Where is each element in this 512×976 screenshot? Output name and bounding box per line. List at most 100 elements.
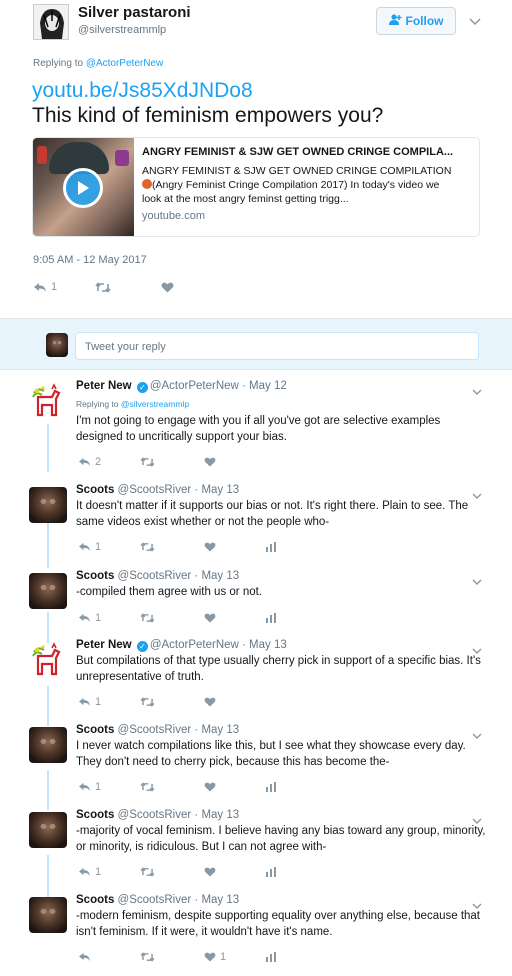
card-title[interactable]: ANGRY FEMINIST & SJW GET OWNED CRINGE CO… [142, 146, 476, 158]
reply-date[interactable]: · May 13 [242, 639, 287, 651]
chevron-down-icon[interactable] [472, 383, 482, 395]
retweet-action[interactable] [140, 457, 204, 467]
reply-display-name[interactable]: Scoots [76, 724, 114, 736]
avatar[interactable] [29, 897, 67, 933]
compose-input[interactable]: Tweet your reply [75, 332, 479, 360]
analytics-icon [266, 542, 277, 552]
reply-actions: 1 [78, 781, 277, 793]
avatar[interactable] [29, 812, 67, 848]
retweet-action[interactable] [95, 281, 161, 293]
reply-display-name[interactable]: Scoots [76, 809, 114, 821]
analytics-action[interactable] [266, 782, 277, 792]
pony-avatar[interactable] [30, 642, 64, 680]
reply-handle[interactable]: @ActorPeterNew [150, 639, 239, 651]
avatar[interactable] [29, 727, 67, 763]
reply-handle[interactable]: @ScootsRiver [118, 484, 192, 496]
reply-tweet[interactable]: Scoots @ScootsRiver · May 13 -modern fem… [0, 894, 512, 974]
reply-action[interactable]: 1 [33, 281, 95, 293]
retweet-icon [140, 613, 155, 623]
reply-date[interactable]: · May 13 [194, 809, 239, 821]
tweet-link[interactable]: youtu.be/Js85XdJNDo8 [32, 79, 253, 103]
reply-date[interactable]: · May 13 [194, 484, 239, 496]
follow-button[interactable]: Follow [376, 7, 456, 35]
reply-tweet[interactable]: Peter New ✓ @ActorPeterNew · May 12 Reply… [0, 380, 512, 472]
author-handle[interactable]: @silverstreammlp [78, 24, 166, 36]
reply-date[interactable]: · May 13 [194, 724, 239, 736]
chevron-down-icon[interactable] [472, 727, 482, 739]
avatar[interactable] [29, 487, 67, 523]
reply-action[interactable]: 1 [78, 612, 140, 624]
retweet-icon [140, 697, 155, 707]
analytics-action[interactable] [266, 952, 277, 962]
reply-actions: 1 [78, 696, 220, 708]
analytics-icon [266, 867, 277, 877]
analytics-action[interactable] [266, 613, 277, 623]
like-action[interactable] [204, 457, 220, 467]
reply-tweet[interactable]: Scoots @ScootsRiver · May 13 -compiled t… [0, 570, 512, 632]
link-card[interactable]: ANGRY FEMINIST & SJW GET OWNED CRINGE CO… [32, 137, 480, 237]
reply-handle[interactable]: @ScootsRiver [118, 809, 192, 821]
reply-handle[interactable]: @ActorPeterNew [150, 380, 239, 392]
card-desc-line1: ANGRY FEMINIST & SJW GET OWNED CRINGE CO… [142, 165, 452, 177]
reply-date[interactable]: · May 13 [194, 570, 239, 582]
reply-handle[interactable]: @ScootsRiver [118, 724, 192, 736]
reply-tweet[interactable]: Scoots @ScootsRiver · May 13 It doesn't … [0, 484, 512, 564]
reply-handle[interactable]: @ScootsRiver [118, 570, 192, 582]
card-thumbnail[interactable] [33, 138, 134, 236]
reply-display-name[interactable]: Scoots [76, 894, 114, 906]
reply-tweet[interactable]: Peter New ✓ @ActorPeterNew · May 13 But c… [0, 639, 512, 717]
like-action[interactable] [204, 867, 266, 877]
chevron-down-icon[interactable] [469, 13, 481, 31]
like-action[interactable] [204, 697, 220, 707]
chevron-down-icon[interactable] [472, 573, 482, 585]
like-action[interactable] [204, 542, 266, 552]
replying-to-link[interactable]: @ActorPeterNew [86, 58, 163, 69]
tweet-timestamp[interactable]: 9:05 AM - 12 May 2017 [33, 254, 147, 266]
reply-display-name[interactable]: Peter New [76, 639, 132, 651]
chevron-down-icon[interactable] [472, 897, 482, 909]
avatar[interactable] [29, 573, 67, 609]
retweet-action[interactable] [140, 613, 204, 623]
reply-actions: 1 [78, 541, 277, 553]
chevron-down-icon[interactable] [472, 487, 482, 499]
reply-replying-link[interactable]: @silverstreammlp [121, 399, 189, 409]
analytics-icon [266, 782, 277, 792]
chevron-down-icon[interactable] [472, 642, 482, 654]
reply-action[interactable]: 2 [78, 456, 140, 468]
retweet-action[interactable] [140, 867, 204, 877]
play-icon[interactable] [63, 168, 103, 208]
reply-text: But compilations of that type usually ch… [76, 653, 486, 685]
chevron-down-icon[interactable] [472, 812, 482, 824]
retweet-action[interactable] [140, 782, 204, 792]
add-user-icon [388, 14, 402, 28]
reply-tweet[interactable]: Scoots @ScootsRiver · May 13 I never wat… [0, 724, 512, 804]
reply-display-name[interactable]: Scoots [76, 570, 114, 582]
like-action[interactable] [204, 782, 266, 792]
reply-action[interactable]: 1 [78, 541, 140, 553]
retweet-action[interactable] [140, 697, 204, 707]
reply-icon [78, 697, 91, 707]
retweet-icon [140, 952, 155, 962]
reply-date[interactable]: · May 13 [194, 894, 239, 906]
reply-tweet[interactable]: Scoots @ScootsRiver · May 13 -majority o… [0, 809, 512, 889]
reply-date[interactable]: · May 12 [242, 380, 287, 392]
reply-display-name[interactable]: Scoots [76, 484, 114, 496]
reply-text-line2: designed to uncritically support your bi… [76, 431, 287, 443]
reply-handle[interactable]: @ScootsRiver [118, 894, 192, 906]
author-avatar[interactable] [33, 4, 69, 40]
reply-action[interactable]: 1 [78, 781, 140, 793]
pony-avatar[interactable] [30, 383, 64, 421]
reply-count: 1 [95, 696, 102, 708]
retweet-action[interactable] [140, 542, 204, 552]
like-action[interactable] [161, 282, 174, 293]
like-action[interactable]: 1 [204, 951, 266, 963]
retweet-action[interactable] [140, 952, 204, 962]
reply-action[interactable] [78, 952, 140, 962]
like-action[interactable] [204, 613, 266, 623]
analytics-action[interactable] [266, 867, 277, 877]
reply-action[interactable]: 1 [78, 866, 140, 878]
author-name[interactable]: Silver pastaroni [78, 4, 191, 21]
reply-action[interactable]: 1 [78, 696, 140, 708]
analytics-action[interactable] [266, 542, 277, 552]
reply-display-name[interactable]: Peter New [76, 380, 132, 392]
